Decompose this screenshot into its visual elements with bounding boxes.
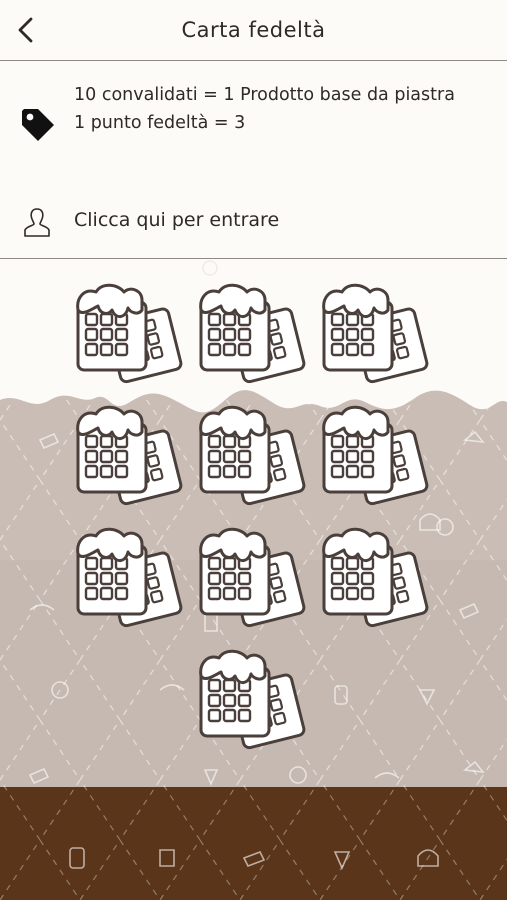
waffle-icon [199, 405, 306, 506]
reward-info-panel: 10 convalidati = 1 Prodotto base da pias… [0, 60, 507, 188]
waffle-icon [76, 405, 183, 506]
reward-rules: 10 convalidati = 1 Prodotto base da pias… [74, 81, 484, 137]
waffle-stamp[interactable] [195, 524, 315, 639]
waffle-stamp[interactable] [72, 524, 192, 639]
waffle-stamp[interactable] [195, 646, 315, 761]
reward-rule-line-1: 10 convalidati = 1 Prodotto base da pias… [74, 85, 455, 105]
page-title: Carta fedeltà [181, 18, 326, 42]
login-row[interactable]: Clicca qui per entrare [0, 187, 507, 259]
price-tag-icon [22, 109, 54, 141]
waffle-icon [322, 527, 429, 628]
waffle-icon [322, 283, 429, 384]
user-silhouette-icon [24, 208, 50, 237]
chevron-left-icon [18, 17, 33, 43]
waffle-icon [322, 405, 429, 506]
back-button[interactable] [8, 12, 44, 48]
login-label: Clicca qui per entrare [74, 209, 280, 231]
waffle-stamp[interactable] [195, 402, 315, 517]
app-header: Carta fedeltà [0, 0, 507, 60]
reward-rule-line-2: 1 punto fedeltà = 3 [74, 113, 246, 133]
waffle-stamp[interactable] [318, 280, 438, 395]
waffle-icon [199, 283, 306, 384]
waffle-icon [76, 527, 183, 628]
waffle-stamp[interactable] [72, 402, 192, 517]
waffle-stamp[interactable] [318, 402, 438, 517]
waffle-stamp[interactable] [195, 280, 315, 395]
stamp-grid [0, 270, 507, 770]
waffle-icon [76, 283, 183, 384]
waffle-stamp[interactable] [72, 280, 192, 395]
waffle-stamp[interactable] [318, 524, 438, 639]
waffle-icon [199, 649, 306, 750]
waffle-icon [199, 527, 306, 628]
